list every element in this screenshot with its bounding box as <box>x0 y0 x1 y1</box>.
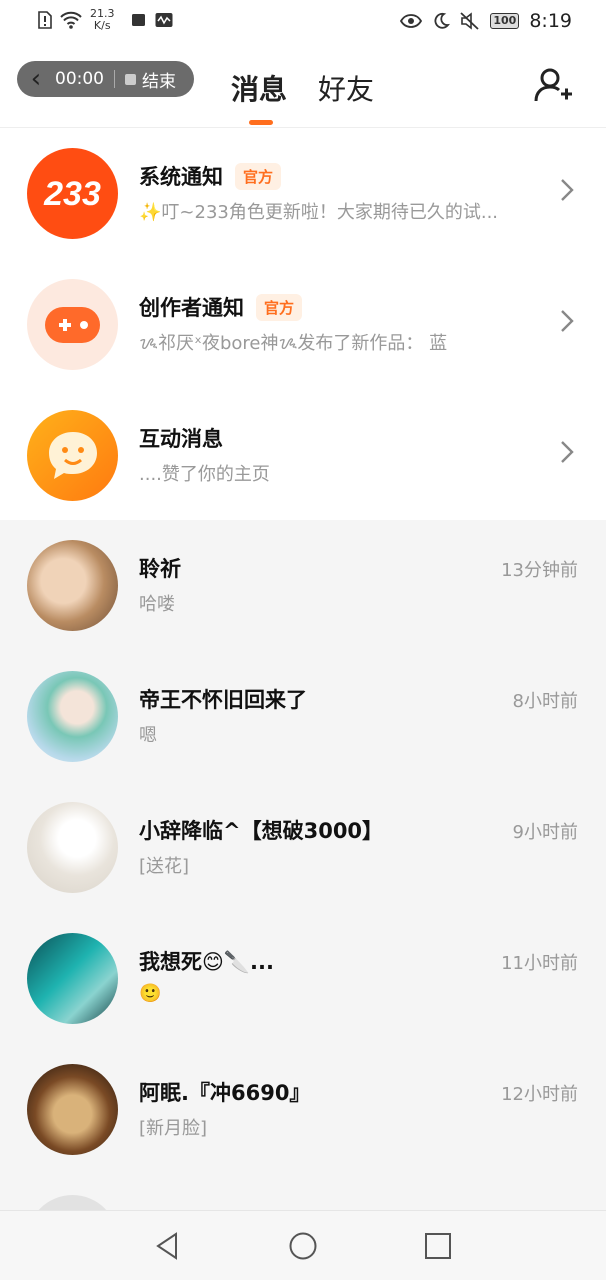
chevron-right-icon <box>561 310 574 332</box>
user-avatar <box>27 671 118 762</box>
status-right: 100 8:19 <box>400 10 572 32</box>
user-avatar <box>27 802 118 893</box>
user-avatar <box>27 933 118 1024</box>
official-badge: 官方 <box>235 162 282 190</box>
tab-friends[interactable]: 好友 <box>318 68 374 108</box>
chevron-right-icon <box>561 179 574 201</box>
logo-233-text: 233 <box>43 175 101 213</box>
chevron-right-icon <box>561 441 574 463</box>
active-tab-indicator <box>249 120 273 125</box>
tab-messages[interactable]: 消息 <box>231 68 287 108</box>
net-speed: 21.3 K/s <box>90 8 115 32</box>
notification-square-icon <box>131 14 145 26</box>
user-avatar <box>27 1064 118 1155</box>
interaction-avatar <box>27 410 118 501</box>
add-friend-icon[interactable] <box>533 66 573 106</box>
creator-avatar <box>27 279 118 370</box>
net-speed-unit: K/s <box>93 19 111 32</box>
system-notice-title: 系统通知 <box>139 165 223 189</box>
chat-bubble-icon <box>49 432 97 479</box>
conversation-preview: [送花] <box>139 856 190 877</box>
conversation-name: 我想死😊🔪... <box>139 950 274 974</box>
back-arrow-icon[interactable]: ‹ <box>17 62 55 96</box>
timer-value: 00:00 <box>55 69 104 89</box>
status-time: 8:19 <box>529 10 572 32</box>
stop-icon <box>125 73 136 85</box>
conversation-preview: 嗯 <box>139 725 157 746</box>
nav-back-icon[interactable] <box>153 1231 183 1261</box>
conversation-time: 11小时前 <box>501 953 578 974</box>
eye-comfort-icon <box>400 14 423 28</box>
conversation-time: 12小时前 <box>501 1084 578 1105</box>
interaction-title: 互动消息 <box>139 427 223 451</box>
sim-alert-icon <box>38 11 52 29</box>
user-avatar <box>27 540 118 631</box>
conversation-item[interactable]: 小辞降临^【想破3000】 [送花] 9小时前 <box>0 782 606 913</box>
conversation-time: 8小时前 <box>512 691 578 712</box>
row-title: 系统通知 官方 <box>139 161 282 191</box>
conversation-item[interactable]: 帝王不怀旧回来了 嗯 8小时前 <box>0 651 606 782</box>
conversation-preview: [新月脸] <box>139 1118 208 1139</box>
interaction-row[interactable]: 互动消息 ....赞了你的主页 <box>0 390 606 521</box>
user-avatar <box>27 1195 118 1210</box>
battery-indicator: 100 <box>490 13 520 29</box>
conversation-preview: 🙂 <box>139 983 162 1004</box>
mute-icon <box>460 12 479 30</box>
logo-233-icon: 233 <box>43 175 101 213</box>
row-title: 创作者通知 官方 <box>139 292 303 322</box>
wifi-icon <box>60 11 82 29</box>
creator-notice-title: 创作者通知 <box>139 296 244 320</box>
end-recording-button[interactable]: 结束 <box>142 67 176 92</box>
creator-notice-preview: ᝰ祁厌ˣ夜bore神ᝰ发布了新作品： 蓝 <box>139 333 448 354</box>
gamepad-icon <box>45 307 100 343</box>
official-badge: 官方 <box>256 293 303 321</box>
official-notifications: 233 系统通知 官方 ✨叮~233角色更新啦！大家期待已久的试... 创作者通… <box>0 128 606 520</box>
recording-timer-pill[interactable]: ‹ 00:00 结束 <box>17 61 194 97</box>
status-left: 21.3 K/s <box>38 8 173 32</box>
conversation-time: 13分钟前 <box>501 560 578 581</box>
conversation-item[interactable] <box>0 1175 606 1210</box>
system-logo-avatar: 233 <box>27 148 118 239</box>
row-title: 互动消息 <box>139 423 223 453</box>
status-bar: 21.3 K/s 100 8:19 <box>0 0 606 46</box>
conversation-preview: 哈喽 <box>139 594 175 615</box>
system-notice-row[interactable]: 233 系统通知 官方 ✨叮~233角色更新啦！大家期待已久的试... <box>0 128 606 259</box>
conversation-name: 阿眠.『冲6690』 <box>139 1081 311 1105</box>
do-not-disturb-moon-icon <box>434 12 451 29</box>
interaction-preview: ....赞了你的主页 <box>139 464 270 485</box>
timer-separator <box>114 70 115 88</box>
conversation-name: 聆祈 <box>139 557 181 581</box>
conversation-item[interactable]: 阿眠.『冲6690』 [新月脸] 12小时前 <box>0 1044 606 1175</box>
conversation-list: 聆祈 哈喽 13分钟前 帝王不怀旧回来了 嗯 8小时前 小辞降临^【想破3000… <box>0 520 606 1210</box>
creator-notice-row[interactable]: 创作者通知 官方 ᝰ祁厌ˣ夜bore神ᝰ发布了新作品： 蓝 <box>0 259 606 390</box>
conversation-time: 9小时前 <box>512 822 578 843</box>
system-nav-bar <box>0 1210 606 1280</box>
conversation-name: 帝王不怀旧回来了 <box>139 688 307 712</box>
nav-home-icon[interactable] <box>288 1231 318 1261</box>
conversation-item[interactable]: 我想死😊🔪... 🙂 11小时前 <box>0 913 606 1044</box>
conversation-name: 小辞降临^【想破3000】 <box>139 819 384 843</box>
conversation-item[interactable]: 聆祈 哈喽 13分钟前 <box>0 520 606 651</box>
system-notice-preview: ✨叮~233角色更新啦！大家期待已久的试... <box>139 202 499 223</box>
activity-icon <box>155 13 172 27</box>
nav-recents-icon[interactable] <box>423 1231 453 1261</box>
top-header: ‹ 00:00 结束 消息 好友 <box>0 46 606 128</box>
